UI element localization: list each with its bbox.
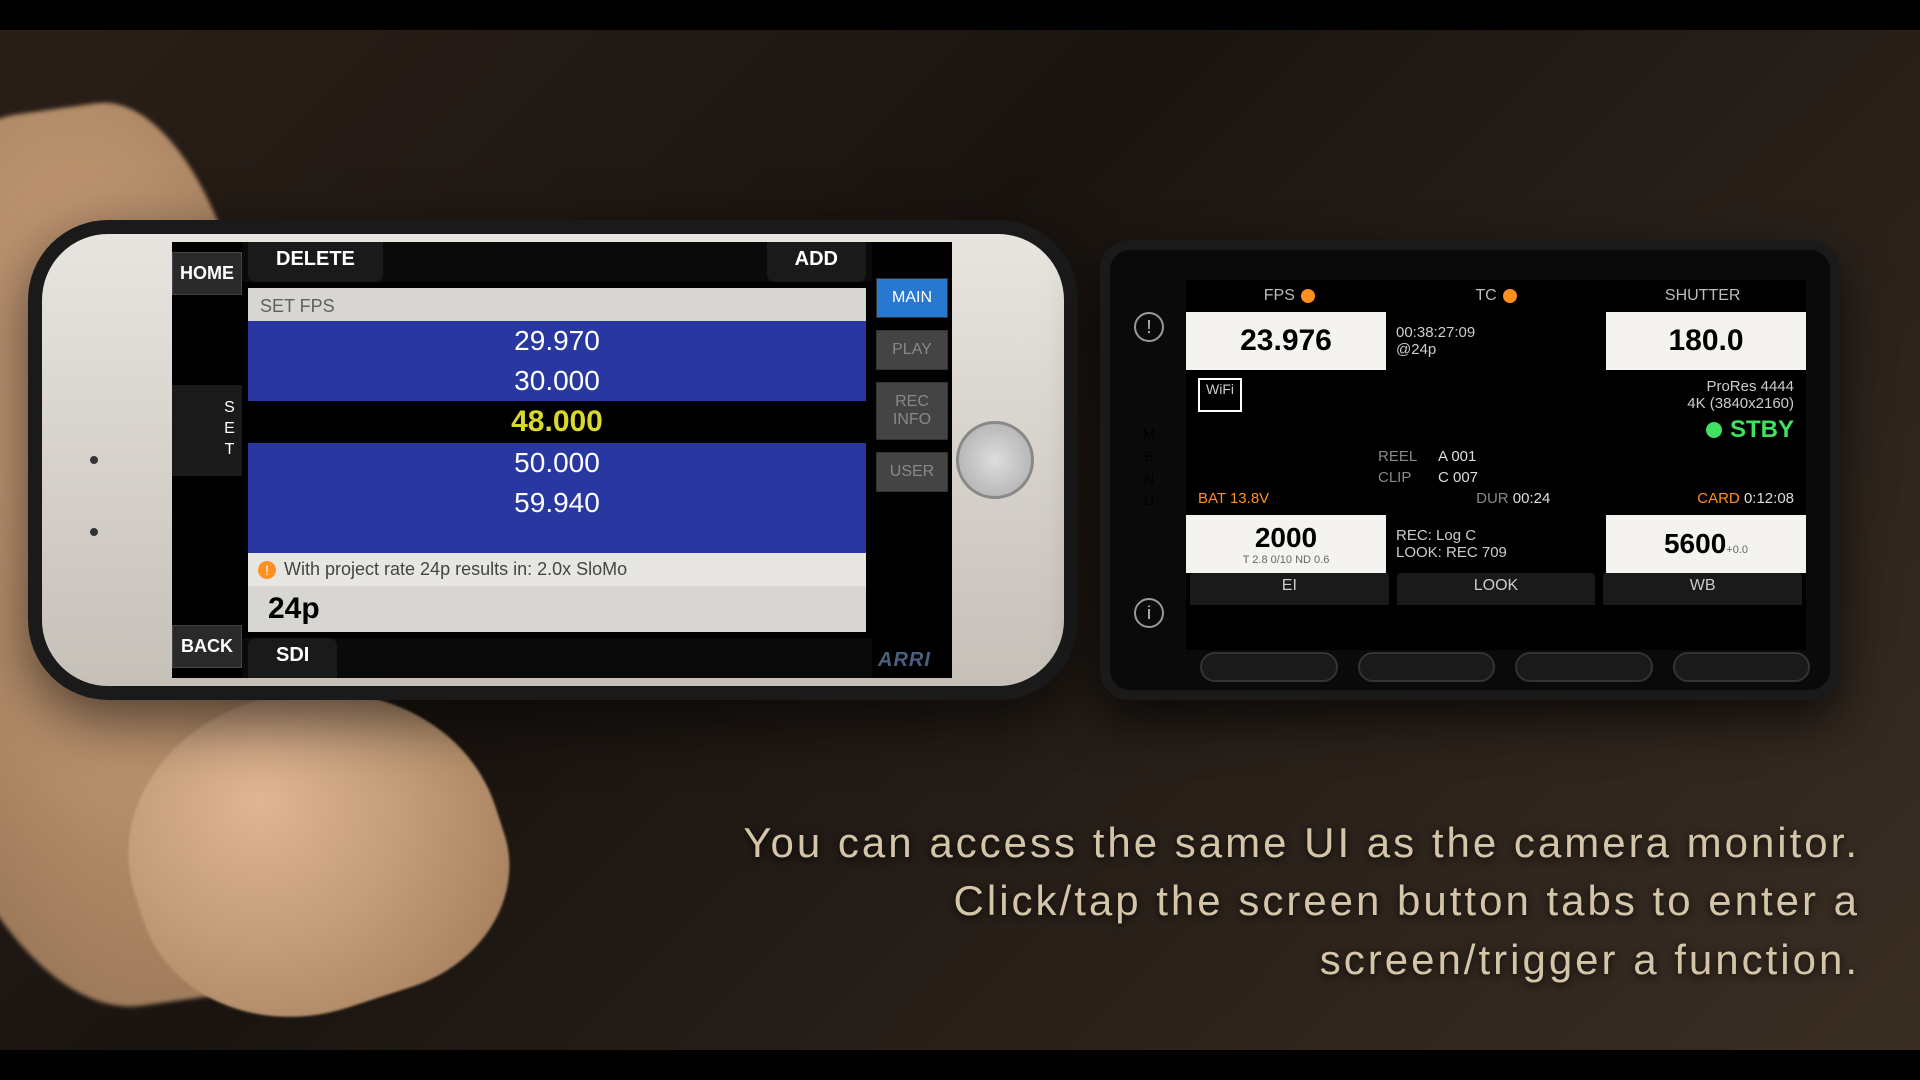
reel-value: A 001 [1438,448,1476,465]
hardware-buttons [1200,652,1810,682]
camera-footer: EI LOOK WB [1186,573,1806,605]
info-bar: ! With project rate 24p results in: 2.0x… [248,553,866,586]
set-button[interactable]: SET [172,385,242,476]
look-tab[interactable]: LOOK [1397,573,1596,605]
camera-header: FPS TC SHUTTER [1186,280,1806,312]
phone-sensor [90,528,98,536]
wifi-badge: WiFi [1198,378,1242,412]
fps-option[interactable]: 29.970 [248,321,866,361]
shutter-header[interactable]: SHUTTER [1599,280,1806,312]
fps-option[interactable]: 59.940 [248,483,866,523]
warning-icon: ! [258,561,276,579]
look-value[interactable]: REC: Log C LOOK: REC 709 [1386,515,1606,573]
reel-label: REEL [1378,448,1438,465]
project-rate: 24p [248,586,866,632]
brand-logo: ARRI [872,643,952,678]
fps-option-selected[interactable]: 48.000 [248,401,866,443]
card-label: CARD [1697,490,1740,507]
camera-top-values: 23.976 00:38:27:09 @24p 180.0 [1186,312,1806,370]
add-tab[interactable]: ADD [767,242,866,282]
back-button[interactable]: BACK [172,625,242,668]
phone-sensor [90,456,98,464]
rec-info-button[interactable]: REC INFO [876,382,948,440]
warning-icon [1301,289,1315,303]
phone-device: HOME SET BACK DELETE ADD SET FPS 29.970 [28,220,1078,700]
camera-screen: FPS TC SHUTTER 23.976 00:38:27:09 @24p 1… [1186,280,1806,650]
fps-option[interactable]: 50.000 [248,443,866,483]
hw-button[interactable] [1200,652,1338,682]
fps-panel: SET FPS 29.970 30.000 48.000 50.000 59.9… [248,288,866,632]
fps-header[interactable]: FPS [1186,280,1393,312]
warning-icon [1503,289,1517,303]
info-icon[interactable]: i [1134,598,1164,628]
right-controls: MAIN PLAY REC INFO USER ARRI [872,242,952,678]
dur-label: DUR [1476,490,1509,507]
play-button[interactable]: PLAY [876,330,948,370]
phone-screen: HOME SET BACK DELETE ADD SET FPS 29.970 [172,242,952,678]
main-button[interactable]: MAIN [876,278,948,318]
camera-status-area: WiFi ProRes 4444 4K (3840x2160) STBY REE… [1186,370,1806,515]
home-button[interactable]: HOME [172,252,242,295]
menu-button[interactable]: MENU [1141,426,1157,514]
info-text: With project rate 24p results in: 2.0x S… [284,559,627,580]
clip-value: C 007 [1438,469,1478,486]
wb-tab[interactable]: WB [1603,573,1802,605]
tc-header[interactable]: TC [1393,280,1600,312]
wb-value[interactable]: 5600+0.0 [1606,515,1806,573]
delete-tab[interactable]: DELETE [248,242,383,282]
video-frame: HOME SET BACK DELETE ADD SET FPS 29.970 [0,30,1920,1050]
caption-text: You can access the same UI as the camera… [0,814,1860,990]
dur-value: 00:24 [1513,490,1551,507]
ei-tab[interactable]: EI [1190,573,1389,605]
hw-button[interactable] [1358,652,1496,682]
camera-bottom-values: 2000 T 2.8 0/10 ND 0.6 REC: Log C LOOK: … [1186,515,1806,573]
bat-label: BAT [1198,490,1226,507]
card-value: 0:12:08 [1744,490,1794,507]
resolution-text: 4K (3840x2160) [1687,395,1794,412]
format-text: ProRes 4444 [1687,378,1794,395]
top-tab-row: DELETE ADD [242,242,872,282]
fps-list[interactable]: 29.970 30.000 48.000 50.000 59.940 [248,321,866,553]
camera-monitor: ! MENU i FPS TC SHUTTER 23.976 00:38:27:… [1100,240,1840,700]
phone-home-button[interactable] [956,421,1034,499]
clip-label: CLIP [1378,469,1438,486]
left-controls: HOME SET BACK [172,242,242,678]
bottom-tab-row: SDI [242,638,872,678]
hw-button[interactable] [1673,652,1811,682]
user-button[interactable]: USER [876,452,948,492]
status-badge: STBY [1706,416,1794,444]
panel-title: SET FPS [248,288,866,321]
ei-value[interactable]: 2000 T 2.8 0/10 ND 0.6 [1186,515,1386,573]
shutter-value[interactable]: 180.0 [1606,312,1806,370]
fps-value[interactable]: 23.976 [1186,312,1386,370]
center-panel: DELETE ADD SET FPS 29.970 30.000 48.000 … [242,242,872,678]
bat-value: 13.8V [1230,490,1269,507]
alert-icon[interactable]: ! [1134,312,1164,342]
camera-side-controls: ! MENU i [1124,270,1174,670]
camera-remote-app: HOME SET BACK DELETE ADD SET FPS 29.970 [172,242,952,678]
sdi-tab[interactable]: SDI [248,638,337,678]
status-dot-icon [1706,422,1722,438]
fps-option[interactable]: 30.000 [248,361,866,401]
tc-value[interactable]: 00:38:27:09 @24p [1386,312,1606,370]
hw-button[interactable] [1515,652,1653,682]
